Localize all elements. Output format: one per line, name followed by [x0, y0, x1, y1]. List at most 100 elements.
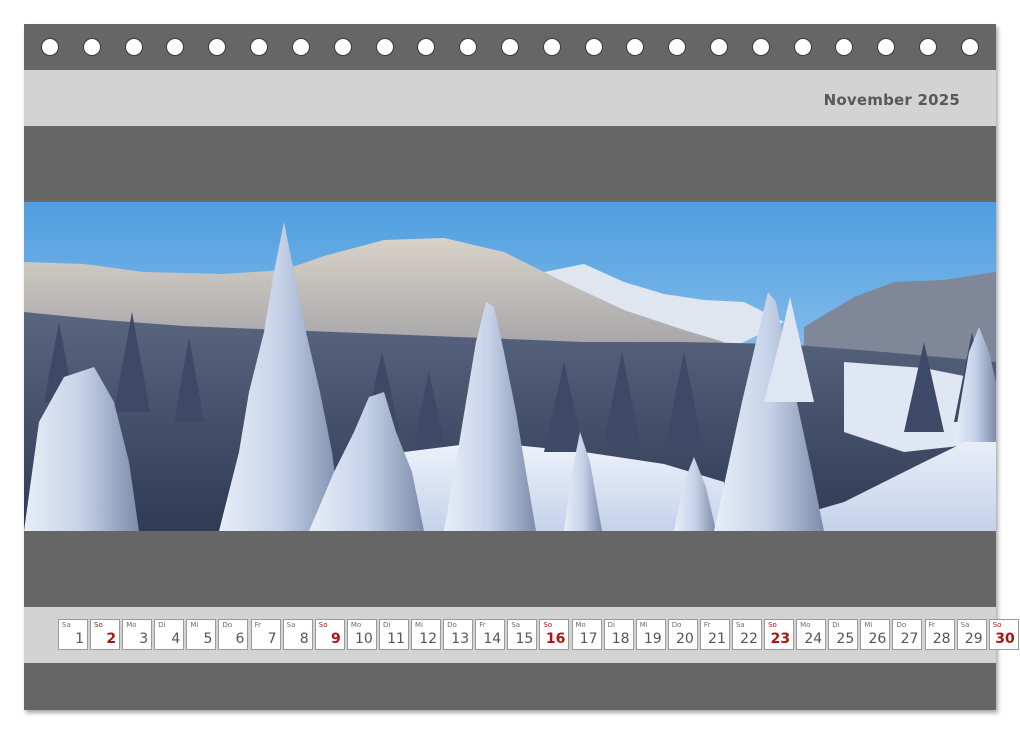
binding-hole	[41, 38, 59, 56]
day-cell: Fr 7	[250, 619, 281, 650]
weekday-label: Sa	[62, 621, 71, 629]
day-cell: Di 18	[603, 619, 634, 650]
day-number: 11	[387, 631, 405, 647]
weekday-label: Fr	[928, 621, 935, 629]
weekday-label: Di	[382, 621, 391, 629]
day-number: 26	[868, 631, 887, 647]
weekday-label: So	[543, 621, 553, 629]
day-cell: Fr 21	[699, 619, 730, 650]
binding-hole	[500, 38, 519, 56]
binding-hole	[208, 38, 227, 56]
day-number: 16	[545, 631, 566, 647]
day-cell: So 16	[539, 619, 570, 650]
day-number: 12	[419, 631, 438, 647]
weekday-label: So	[318, 621, 328, 629]
binding-hole	[417, 38, 436, 56]
binding-hole	[542, 38, 561, 56]
day-cell: Do 27	[892, 619, 923, 650]
day-cell: Sa 15	[507, 619, 538, 650]
day-cell: Mi 26	[860, 619, 891, 650]
day-cell: So 9	[314, 619, 345, 650]
day-cell: Di 25	[828, 619, 859, 650]
weekday-label: So	[768, 621, 777, 629]
day-cell: Di 4	[154, 619, 185, 650]
day-number: 9	[331, 631, 341, 647]
weekday-label: Di	[832, 621, 840, 629]
weekday-label: Mo	[800, 621, 811, 629]
day-number: 24	[804, 631, 823, 647]
binding-hole	[835, 38, 854, 56]
weekday-label: Do	[447, 621, 457, 629]
binding-hole	[124, 38, 143, 56]
binding-hole	[459, 38, 478, 56]
day-cell: Do 13	[443, 619, 474, 650]
binding-holes	[24, 24, 996, 70]
day-cell: Fr 14	[475, 619, 506, 650]
weekday-label: So	[94, 621, 103, 629]
day-number: 29	[964, 631, 983, 647]
day-number: 30	[995, 631, 1015, 647]
day-number: 19	[643, 631, 662, 647]
day-number: 7	[267, 631, 277, 647]
weekday-label: Sa	[735, 621, 745, 629]
day-cell: Do 6	[218, 619, 249, 650]
binding-hole	[166, 38, 185, 56]
month-title: November 2025	[823, 91, 960, 109]
day-number: 14	[483, 631, 502, 647]
day-cell: So 30	[988, 619, 1019, 650]
binding-hole	[919, 38, 938, 56]
title-band: November 2025	[24, 70, 996, 126]
calendar-band: Sa 1 So 2 Mo 3 Di 4 Mi 5 Do 6 Fr 7 Sa 8 So 9 Mo 10 Di 11 Mi 12 D…	[24, 607, 1019, 663]
day-number: 20	[675, 631, 694, 647]
day-cell: Mo 3	[122, 619, 153, 650]
day-number: 27	[900, 631, 919, 647]
binding-hole	[584, 38, 603, 56]
binding-hole	[626, 38, 645, 56]
day-cell: Mo 10	[346, 619, 377, 650]
binding-hole	[793, 38, 812, 56]
day-cell: Fr 28	[924, 619, 955, 650]
binding-hole	[960, 38, 979, 56]
day-cell: Mo 24	[796, 619, 827, 650]
weekday-label: Mo	[575, 621, 586, 629]
day-cell: Mi 19	[635, 619, 666, 650]
day-number: 3	[139, 631, 149, 647]
day-cell: Mi 5	[186, 619, 217, 650]
day-cell: So 2	[90, 619, 121, 650]
day-grid: Sa 1 So 2 Mo 3 Di 4 Mi 5 Do 6 Fr 7 Sa 8 So 9 Mo 10 Di 11 Mi 12 D…	[58, 619, 1020, 650]
winter-landscape-photo	[24, 202, 996, 531]
weekday-label: Do	[222, 621, 233, 629]
day-cell: Sa 1	[58, 619, 88, 650]
weekday-label: Mo	[350, 621, 362, 629]
weekday-label: Fr	[703, 621, 711, 629]
binding-hole	[333, 38, 352, 56]
weekday-label: Fr	[254, 621, 261, 629]
day-number: 17	[579, 631, 598, 647]
binding-hole	[82, 38, 101, 56]
binding-hole	[710, 38, 728, 56]
weekday-label: Do	[896, 621, 907, 629]
day-number: 15	[515, 631, 534, 647]
weekday-label: Mi	[415, 621, 424, 629]
weekday-label: Mi	[190, 621, 199, 629]
weekday-label: So	[992, 621, 1002, 629]
day-number: 2	[106, 631, 117, 647]
day-cell: Sa 29	[956, 619, 987, 650]
day-cell: Mi 12	[411, 619, 442, 650]
calendar-page: November 2025 Sa 1 So 2 Mo 3 Di 4 Mi 5 D…	[24, 24, 1019, 710]
binding-hole	[668, 38, 687, 56]
weekday-label: Sa	[511, 621, 521, 629]
day-cell: Do 20	[667, 619, 698, 650]
weekday-label: Mo	[126, 621, 137, 629]
weekday-label: Do	[671, 621, 682, 629]
weekday-label: Sa	[960, 621, 970, 629]
weekday-label: Fr	[479, 621, 486, 629]
binding-hole	[877, 38, 896, 56]
binding-hole	[291, 38, 310, 56]
day-number: 21	[708, 631, 726, 647]
day-cell: Di 11	[378, 619, 409, 650]
weekday-label: Di	[158, 621, 166, 629]
weekday-label: Di	[607, 621, 615, 629]
day-number: 25	[836, 631, 855, 647]
day-cell: Sa 22	[731, 619, 762, 650]
